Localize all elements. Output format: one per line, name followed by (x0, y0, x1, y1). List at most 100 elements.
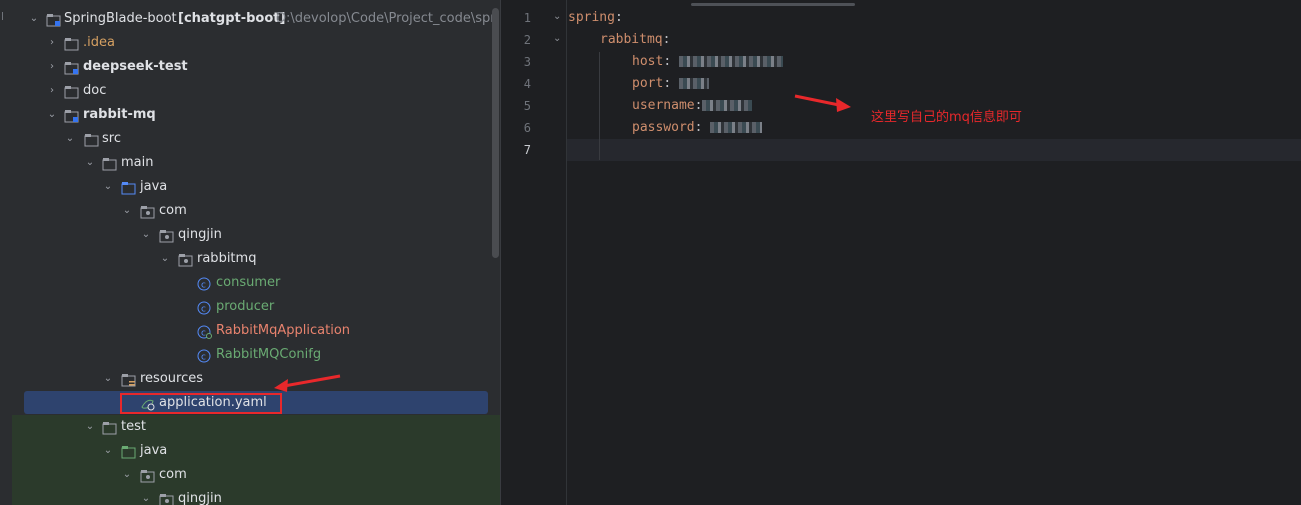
class-icon: c (197, 348, 213, 363)
tree-label: qingjin (178, 227, 222, 242)
code-editor[interactable]: 1 2 3 4 5 6 7 ⌄ ⌄ spring: rabbitmq: host… (500, 0, 1301, 505)
tree-label: RabbitMQConifg (216, 347, 322, 362)
yaml-key: rabbitmq (600, 32, 663, 47)
fold-icon[interactable]: ⌄ (553, 33, 561, 44)
module-folder-icon (64, 60, 80, 75)
tree-row-java[interactable]: ⌄ java (12, 175, 500, 199)
resources-folder-icon (121, 372, 137, 387)
folder-icon (102, 156, 118, 171)
yaml-key: password (632, 120, 695, 135)
class-icon: c (197, 276, 213, 291)
code-line-2[interactable]: rabbitmq: (600, 32, 670, 47)
redacted-value (710, 122, 763, 133)
yaml-colon: : (662, 32, 671, 47)
tree-row-main[interactable]: ⌄ main (12, 151, 500, 175)
tree-row-deepseek-test[interactable]: › deepseek-test (12, 55, 500, 79)
code-line-6[interactable]: password: (632, 120, 763, 135)
tree-label: test (121, 419, 146, 434)
tree-label: consumer (216, 275, 281, 290)
yaml-key: spring (568, 10, 615, 25)
chevron-down-icon[interactable]: ⌄ (159, 247, 171, 271)
tree-row-qingjin[interactable]: ⌄ qingjin (12, 223, 500, 247)
tree-row-resources[interactable]: ⌄ resources (12, 367, 500, 391)
chevron-down-icon[interactable]: ⌄ (121, 463, 133, 487)
svg-text:c: c (201, 281, 206, 291)
yaml-key: username (632, 98, 695, 113)
yaml-colon: : (694, 120, 703, 135)
chevron-down-icon[interactable]: ⌄ (140, 487, 152, 505)
tree-row-rabbitmqconifg[interactable]: c RabbitMQConifg (12, 343, 500, 367)
line-number: 5 (523, 99, 531, 113)
svg-text:c: c (201, 353, 206, 363)
red-arrow-left (274, 374, 341, 392)
chevron-down-icon[interactable]: ⌄ (140, 223, 152, 247)
class-icon: c (197, 300, 213, 315)
tree-label: .idea (83, 35, 115, 50)
root-path: D:\devolop\Code\Project_code\sprin (276, 11, 500, 26)
svg-text:c: c (201, 329, 206, 339)
tree-label: main (121, 155, 154, 170)
tree-row-test[interactable]: ⌄ test (12, 415, 500, 439)
tree-row-doc[interactable]: › doc (12, 79, 500, 103)
chevron-down-icon[interactable]: ⌄ (46, 103, 58, 127)
tree-row-src[interactable]: ⌄ src (12, 127, 500, 151)
project-tree[interactable]: ⌄ SpringBlade-boot [chatgpt-boot] D:\dev… (12, 0, 500, 505)
tree-label: doc (83, 83, 107, 98)
strip-mark (2, 12, 9, 20)
fold-icon[interactable]: ⌄ (553, 11, 561, 22)
line-number: 7 (523, 143, 531, 157)
tree-label: com (159, 467, 187, 482)
tree-row-rabbitmqapplication[interactable]: c RabbitMqApplication (12, 319, 500, 343)
chevron-right-icon[interactable]: › (46, 79, 58, 103)
chevron-down-icon[interactable]: ⌄ (84, 151, 96, 175)
chevron-down-icon[interactable]: ⌄ (102, 175, 114, 199)
tree-label: qingjin (178, 491, 222, 505)
chevron-right-icon[interactable]: › (46, 55, 58, 79)
tree-row-rabbitmq[interactable]: ⌄ rabbitmq (12, 247, 500, 271)
tree-row-test-com[interactable]: ⌄ com (12, 463, 500, 487)
svg-text:c: c (201, 305, 206, 315)
chevron-down-icon[interactable]: ⌄ (102, 367, 114, 391)
folder-icon (64, 84, 80, 99)
module-folder-icon (64, 108, 80, 123)
tree-row-consumer[interactable]: c consumer (12, 271, 500, 295)
package-icon (178, 252, 194, 267)
yaml-colon: : (614, 10, 623, 25)
line-number: 2 (523, 33, 531, 47)
tree-scrollbar[interactable] (492, 8, 499, 258)
chevron-down-icon[interactable]: ⌄ (64, 127, 76, 151)
editor-scroll-thumb[interactable] (691, 3, 855, 6)
tree-row-rabbit-mq[interactable]: ⌄ rabbit-mq (12, 103, 500, 127)
redacted-value (702, 100, 753, 111)
chevron-right-icon[interactable]: › (46, 31, 58, 55)
chevron-down-icon[interactable]: ⌄ (28, 7, 40, 31)
tree-label: producer (216, 299, 275, 314)
chevron-down-icon[interactable]: ⌄ (121, 199, 133, 223)
tree-row-root[interactable]: ⌄ SpringBlade-boot [chatgpt-boot] D:\dev… (12, 7, 500, 31)
code-line-3[interactable]: host: (632, 54, 783, 69)
line-number: 3 (523, 55, 531, 69)
folder-icon (84, 132, 100, 147)
tree-row-idea[interactable]: › .idea (12, 31, 500, 55)
source-folder-icon (121, 180, 137, 195)
code-line-1[interactable]: spring: (568, 10, 623, 25)
chevron-down-icon[interactable]: ⌄ (102, 439, 114, 463)
tree-row-producer[interactable]: c producer (12, 295, 500, 319)
yaml-key: port (632, 76, 664, 91)
tree-label: deepseek-test (83, 59, 188, 74)
yaml-key: host (632, 54, 664, 69)
package-icon (140, 468, 156, 483)
root-name: SpringBlade-boot (64, 11, 177, 26)
tree-row-test-java[interactable]: ⌄ java (12, 439, 500, 463)
tree-label: src (102, 131, 121, 146)
tree-row-com[interactable]: ⌄ com (12, 199, 500, 223)
highlight-box (120, 393, 282, 414)
current-line-highlight (567, 139, 1301, 161)
chevron-down-icon[interactable]: ⌄ (84, 415, 96, 439)
spring-boot-class-icon: c (197, 324, 213, 339)
module-folder-icon (46, 12, 62, 27)
tree-row-test-qingjin[interactable]: ⌄ qingjin (12, 487, 500, 505)
code-line-5[interactable]: username: (632, 98, 753, 113)
code-line-4[interactable]: port: (632, 76, 709, 91)
folder-icon (102, 420, 118, 435)
